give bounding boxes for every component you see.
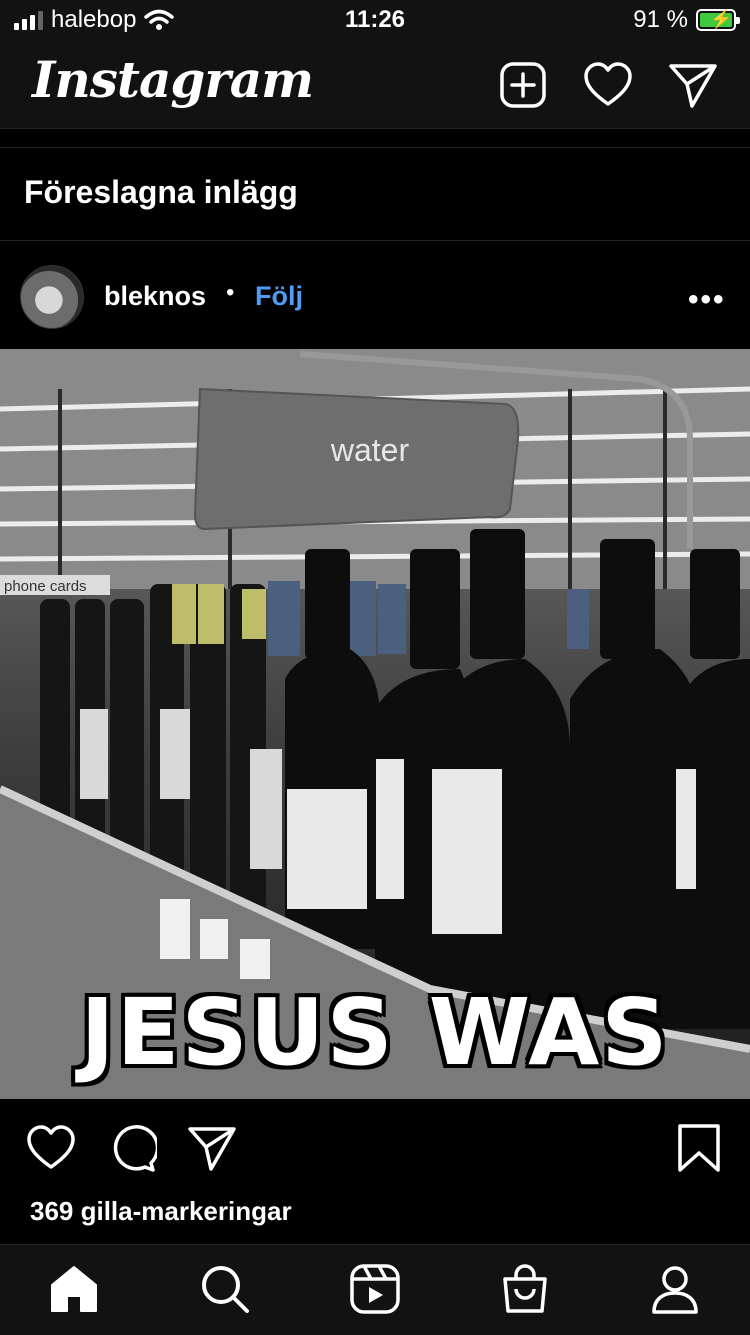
heart-icon[interactable] [583,60,633,110]
comment-icon[interactable] [107,1123,157,1173]
profile-icon[interactable] [649,1263,701,1315]
post-header: bleknos • Följ ••• [0,241,750,349]
post-action-bar [0,1099,750,1189]
separator-dot: • [226,279,235,306]
status-bar: halebop 11:26 91 % ⚡ [0,0,750,44]
follow-button[interactable]: Följ [255,281,303,312]
section-divider [0,129,750,148]
post-image[interactable]: water phone cards JESUS WAS [0,349,750,1099]
more-options-icon[interactable]: ••• [688,283,726,317]
section-title: Föreslagna inlägg [24,174,298,210]
meme-overlay-text: JESUS WAS HERE [80,979,670,1099]
new-post-icon[interactable] [498,60,548,110]
shop-icon[interactable] [499,1263,551,1315]
home-icon[interactable] [48,1263,100,1315]
avatar[interactable] [20,265,84,329]
bookmark-icon[interactable] [674,1123,724,1173]
direct-message-icon[interactable] [668,60,718,110]
status-right: 91 % ⚡ [633,6,740,34]
instagram-logo[interactable]: Instagram [32,50,314,109]
like-icon[interactable] [26,1123,76,1173]
battery-icon: ⚡ [696,9,740,31]
app-header: Instagram [0,44,750,129]
reels-icon[interactable] [349,1263,401,1315]
likes-count[interactable]: 369 gilla-markeringar [30,1196,292,1227]
bottom-tab-bar [0,1244,750,1335]
post-username[interactable]: bleknos [104,281,206,312]
shelf-label: phone cards [4,578,87,595]
search-icon[interactable] [199,1263,251,1315]
suggested-posts-header: Föreslagna inlägg [0,148,750,241]
battery-percent: 91 % [633,6,688,33]
share-icon[interactable] [187,1123,237,1173]
sign-text: water [330,432,410,468]
